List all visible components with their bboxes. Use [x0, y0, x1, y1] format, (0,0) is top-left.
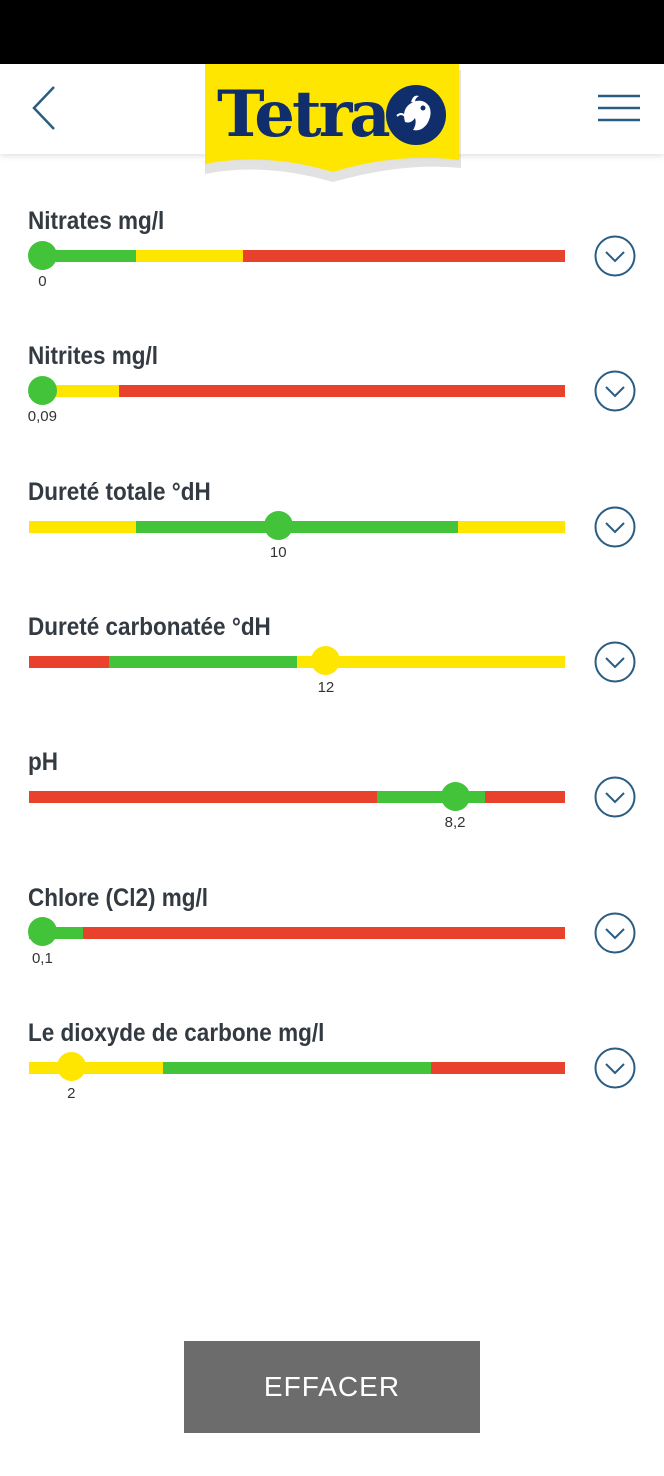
slider-thumb[interactable]: [440, 781, 470, 811]
range-track: [29, 250, 565, 262]
parameter-title: pH: [28, 748, 58, 777]
tetra-logo: Tetra: [203, 64, 463, 188]
fish-logo-icon: [386, 85, 446, 145]
parameter-title: Chlore (Cl2) mg/l: [28, 883, 209, 912]
expand-button[interactable]: [594, 506, 636, 548]
range-track: [29, 791, 565, 804]
slider-thumb[interactable]: [27, 375, 57, 405]
parameter-title: Dureté carbonatée °dH: [28, 612, 271, 641]
range-segment-yellow: [47, 385, 119, 398]
value-label: 0,1: [31, 949, 53, 967]
range-track: [29, 385, 565, 398]
range-segment-green: [108, 655, 297, 668]
range-track: [29, 926, 565, 939]
hamburger-menu-icon: [598, 94, 640, 122]
value-label: 2: [67, 1084, 76, 1102]
value-label: 12: [317, 678, 335, 696]
logo-text: Tetra: [217, 77, 391, 152]
value-label: 0,09: [27, 408, 57, 426]
clear-button[interactable]: EFFACER: [184, 1341, 480, 1433]
range-segment-red: [431, 1061, 565, 1074]
expand-button[interactable]: [594, 1047, 636, 1089]
chevron-down-circle-icon: [594, 506, 636, 548]
value-label: 8,2: [444, 814, 466, 832]
parameter-row: Chlore (Cl2) mg/l 0,1: [0, 884, 664, 1019]
parameter-row: Dureté carbonatée °dH 12: [0, 613, 664, 748]
chevron-down-circle-icon: [594, 1047, 636, 1089]
parameter-title: Le dioxyde de carbone mg/l: [28, 1018, 325, 1047]
range-track: [29, 520, 565, 533]
chevron-down-circle-icon: [594, 235, 636, 277]
slider-thumb[interactable]: [27, 240, 57, 270]
expand-button[interactable]: [594, 912, 636, 954]
slider-thumb[interactable]: [263, 511, 293, 541]
chevron-left-icon: [32, 86, 55, 130]
range-segment-yellow: [29, 520, 137, 533]
parameter-row: Le dioxyde de carbone mg/l 2: [0, 1019, 664, 1154]
slider-thumb[interactable]: [56, 1052, 86, 1082]
expand-button[interactable]: [594, 370, 636, 412]
status-bar: [0, 0, 664, 64]
parameter-row: pH 8,2: [0, 748, 664, 883]
range-segment-red: [243, 250, 565, 262]
parameter-row: Dureté totale °dH 10: [0, 478, 664, 613]
range-segment-yellow: [457, 520, 565, 533]
parameter-title: Nitrites mg/l: [28, 342, 159, 371]
parameter-title: Nitrates mg/l: [28, 207, 165, 235]
range-track: [29, 655, 565, 668]
range-segment-red: [118, 385, 565, 398]
range-segment-red: [484, 791, 565, 804]
range-segment-yellow: [29, 1061, 163, 1074]
chevron-down-circle-icon: [594, 370, 636, 412]
expand-button[interactable]: [594, 776, 636, 818]
value-label: 10: [269, 543, 287, 561]
parameter-title: Dureté totale °dH: [28, 477, 211, 506]
range-segment-red: [82, 926, 565, 939]
expand-button[interactable]: [594, 641, 636, 683]
slider-thumb[interactable]: [311, 646, 341, 676]
chevron-down-circle-icon: [594, 776, 636, 818]
chevron-down-circle-icon: [594, 641, 636, 683]
range-segment-yellow: [136, 250, 244, 262]
value-label: 0: [38, 273, 47, 290]
parameter-row: Nitrates mg/l 0: [0, 207, 664, 342]
range-segment-green: [163, 1061, 431, 1074]
range-track: [29, 1061, 565, 1074]
chevron-down-circle-icon: [594, 912, 636, 953]
range-segment-red: [29, 655, 109, 668]
range-segment-red: [29, 791, 377, 804]
range-segment-green: [136, 520, 458, 533]
slider-thumb[interactable]: [27, 917, 57, 946]
parameter-row: Nitrites mg/l 0,09: [0, 342, 664, 477]
expand-button[interactable]: [594, 235, 636, 277]
back-button[interactable]: [28, 84, 68, 134]
menu-button[interactable]: [594, 90, 644, 130]
